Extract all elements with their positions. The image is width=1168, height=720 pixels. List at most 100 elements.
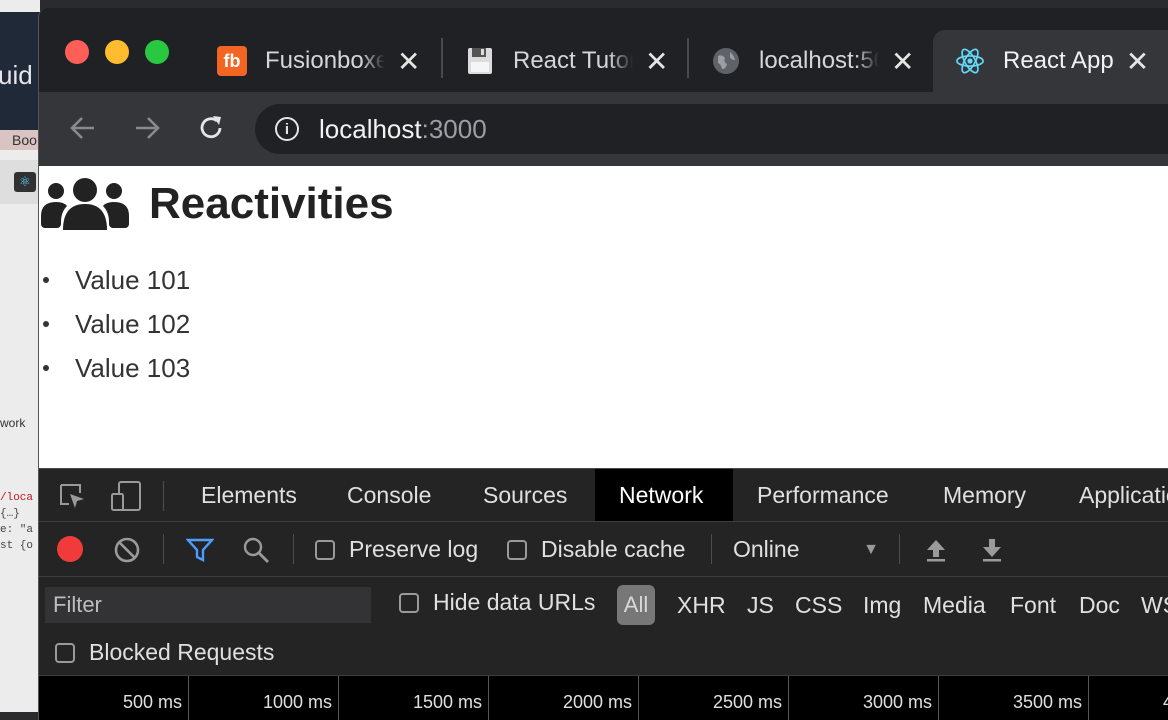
type-filter-media[interactable]: Media (923, 585, 986, 625)
reload-icon (200, 116, 222, 139)
background-window: uid Boo ⚛ work /loca {…} e: "a st {o (0, 0, 40, 712)
toolbar-divider (711, 534, 712, 564)
toolbar-divider (163, 534, 164, 564)
throttling-select[interactable]: Online ▼ (733, 536, 879, 563)
tab-memory[interactable]: Memory (919, 469, 1050, 521)
dropdown-arrow-icon: ▼ (863, 540, 879, 558)
type-filter-doc[interactable]: Doc (1079, 585, 1120, 625)
disable-cache-label: Disable cache (541, 536, 686, 562)
close-window-button[interactable] (65, 40, 89, 64)
url-host: localhost (319, 113, 422, 144)
hide-data-urls-label: Hide data URLs (433, 589, 596, 615)
tab-close-icon[interactable]: ✕ (1126, 45, 1149, 78)
tab-close-icon[interactable]: ✕ (645, 45, 668, 78)
tab-title: localhost:5000 (759, 47, 879, 74)
browser-tab[interactable]: React Tutorial ✕ (465, 30, 668, 92)
tab-sources[interactable]: Sources (459, 469, 591, 521)
type-filter-ws[interactable]: WS (1141, 585, 1168, 625)
bullet (43, 321, 49, 327)
inspect-element-icon[interactable] (57, 481, 87, 511)
tab-separator (687, 38, 689, 78)
disable-cache-checkbox[interactable]: Disable cache (507, 536, 685, 563)
devtools-tab-bar: Elements Console Sources Network Perform… (39, 469, 1168, 522)
checkbox[interactable] (55, 642, 75, 663)
filter-bar: Filter Hide data URLs All XHR JS CSS Img… (39, 577, 1168, 629)
tab-bar: fb Fusionboxes ✕ React Tutorial ✕ localh… (39, 8, 1168, 92)
export-har-icon[interactable] (979, 536, 1005, 564)
toolbar-divider (163, 481, 164, 511)
list-item-text: Value 101 (75, 264, 191, 295)
type-filter-font[interactable]: Font (1010, 585, 1056, 625)
page-title: Reactivities (149, 179, 394, 228)
tab-close-icon[interactable]: ✕ (397, 45, 420, 78)
tab-title: React App (1003, 47, 1114, 74)
list-item: Value 103 (39, 346, 190, 390)
info-icon[interactable]: i (275, 117, 299, 141)
tab-title: Fusionboxes (265, 47, 385, 74)
network-timeline[interactable]: 500 ms 1000 ms 1500 ms 2000 ms 2500 ms 3… (39, 676, 1168, 720)
forward-button[interactable] (129, 110, 165, 146)
browser-tab[interactable]: localhost:5000 ✕ (711, 30, 914, 92)
users-icon (41, 178, 129, 230)
globe-icon (711, 46, 741, 76)
timeline-tick: 3500 ms (939, 676, 1089, 720)
timeline-tick: 4000 ms (1089, 676, 1168, 720)
type-filter-img[interactable]: Img (863, 585, 901, 625)
type-filter-xhr[interactable]: XHR (677, 585, 726, 625)
record-button[interactable] (57, 536, 83, 562)
list-item: Value 101 (39, 258, 190, 302)
address-bar[interactable]: i localhost:3000 (255, 104, 1168, 154)
minimize-window-button[interactable] (105, 40, 129, 64)
throttling-value: Online (733, 536, 800, 562)
react-logo-icon: ⚛ (14, 172, 36, 192)
filter-icon[interactable] (185, 536, 215, 564)
devtools-panel: Elements Console Sources Network Perform… (39, 468, 1168, 720)
values-list: Value 101 Value 102 Value 103 (39, 258, 190, 390)
timeline-tick: 3000 ms (789, 676, 939, 720)
type-filter-all[interactable]: All (617, 585, 655, 625)
hide-data-urls-checkbox[interactable]: Hide data URLs (399, 589, 595, 616)
reload-button[interactable] (193, 110, 229, 146)
tab-performance[interactable]: Performance (733, 469, 913, 521)
network-toolbar: Preserve log Disable cache Online ▼ (39, 522, 1168, 577)
filter-input[interactable]: Filter (45, 587, 371, 623)
checkbox[interactable] (399, 592, 419, 613)
tab-network[interactable]: Network (595, 469, 733, 521)
tab-application[interactable]: Application (1055, 469, 1168, 521)
tab-console[interactable]: Console (323, 469, 455, 521)
toolbar-divider (293, 534, 294, 564)
blocked-requests-checkbox[interactable]: Blocked Requests (55, 639, 274, 666)
checkbox[interactable] (315, 539, 335, 560)
page-content: Reactivities Value 101 Value 102 Value 1… (39, 166, 1168, 468)
url-text: localhost:3000 (319, 114, 487, 145)
list-item-text: Value 103 (75, 352, 191, 383)
code-line: st {o (0, 540, 34, 552)
background-window-title: uid (0, 60, 33, 90)
clear-icon[interactable] (113, 536, 141, 564)
fusionbox-favicon-icon: fb (217, 46, 247, 76)
browser-tab-active[interactable]: React App ✕ (933, 30, 1168, 92)
type-filter-js[interactable]: JS (747, 585, 774, 625)
preserve-log-checkbox[interactable]: Preserve log (315, 536, 478, 563)
background-window-code: /loca {…} e: "a st {o (0, 490, 33, 554)
tab-elements[interactable]: Elements (177, 469, 321, 521)
floppy-disk-icon (465, 46, 495, 76)
checkbox[interactable] (507, 539, 527, 560)
list-item-text: Value 102 (75, 308, 191, 339)
code-line: /loca (0, 492, 34, 504)
device-toolbar-icon[interactable] (109, 479, 143, 513)
import-har-icon[interactable] (923, 536, 949, 564)
browser-tab[interactable]: fb Fusionboxes ✕ (217, 30, 420, 92)
type-filter-css[interactable]: CSS (795, 585, 842, 625)
tab-title: React Tutorial (513, 47, 633, 74)
browser-window: fb Fusionboxes ✕ React Tutorial ✕ localh… (38, 8, 1168, 720)
url-port: :3000 (421, 113, 487, 144)
search-icon[interactable] (241, 536, 271, 564)
blocked-requests-row: Blocked Requests (39, 629, 1168, 676)
tab-close-icon[interactable]: ✕ (891, 45, 914, 78)
blocked-requests-label: Blocked Requests (89, 639, 275, 665)
maximize-window-button[interactable] (145, 40, 169, 64)
back-button[interactable] (65, 110, 101, 146)
react-logo-icon (955, 46, 985, 76)
preserve-log-label: Preserve log (349, 536, 479, 562)
